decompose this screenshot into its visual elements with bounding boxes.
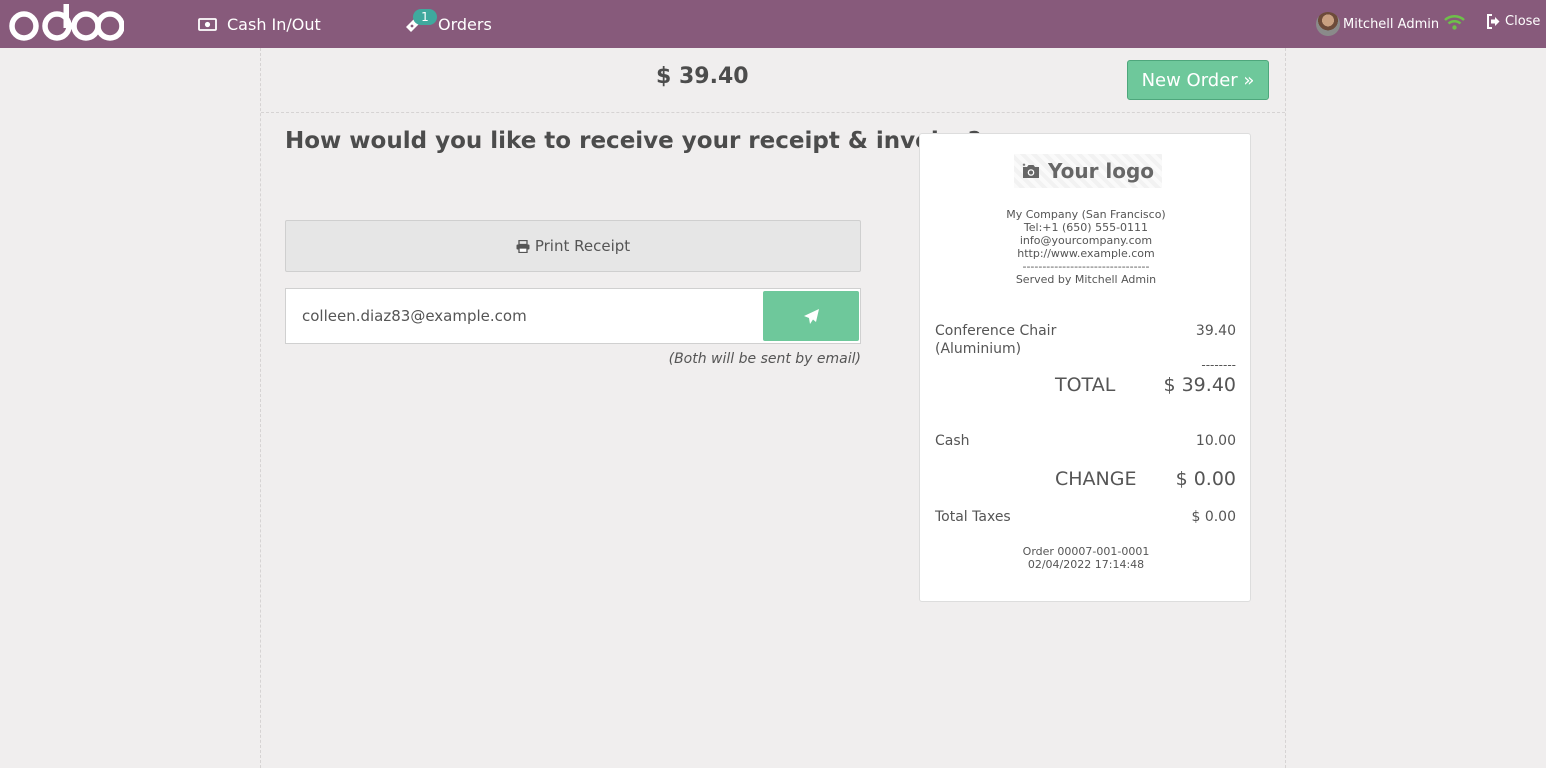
total-value: $ 39.40 (1163, 374, 1236, 396)
email-input[interactable] (286, 289, 756, 343)
company-info: My Company (San Francisco) Tel:+1 (650) … (920, 208, 1252, 286)
receipt-line-item: Conference Chair (Aluminium) 39.40 (935, 322, 1236, 360)
header-separator: -------------------------------- (1022, 260, 1150, 273)
change-label: CHANGE (1055, 468, 1137, 490)
orders-label: Orders (438, 14, 492, 34)
total-separator-row: -------- (935, 358, 1236, 372)
print-receipt-label: Print Receipt (534, 237, 631, 255)
total-row: TOTAL $ 39.40 (935, 374, 1236, 400)
email-form (285, 288, 861, 344)
order-reference: Order 00007-001-0001 (1022, 545, 1150, 558)
company-website: http://www.example.com (1017, 247, 1155, 260)
paper-plane-icon (803, 308, 819, 324)
printer-icon (516, 239, 530, 253)
top-bar: odoo Cash In/Out Orders 1 Mitchell Admin (0, 0, 1546, 48)
sign-out-icon (1487, 14, 1500, 29)
order-total: $ 39.40 (656, 64, 749, 89)
taxes-label: Total Taxes (935, 509, 1011, 525)
receipt-question-heading: How would you like to receive your recei… (285, 128, 982, 154)
change-row: CHANGE $ 0.00 (935, 468, 1236, 494)
payment-amount: 10.00 (1195, 433, 1236, 449)
logo-label: Your logo (1047, 159, 1155, 183)
payment-row: Cash 10.00 (935, 433, 1236, 453)
line-product-name: Conference Chair (935, 323, 1057, 339)
company-phone: Tel:+1 (650) 555-0111 (1023, 221, 1149, 234)
close-label: Close (1505, 14, 1541, 29)
camera-icon (1022, 163, 1039, 178)
orders-count-badge: 1 (413, 9, 437, 25)
user-name: Mitchell Admin (1343, 16, 1440, 32)
cash-in-out-button[interactable]: Cash In/Out (198, 0, 321, 48)
receipt-top-bar: $ 39.40 New Order » (261, 48, 1285, 113)
company-logo-placeholder: Your logo (1014, 154, 1162, 188)
money-icon (198, 17, 217, 31)
new-order-button[interactable]: New Order » (1127, 60, 1269, 100)
cash-in-out-label: Cash In/Out (227, 14, 321, 34)
served-by: Served by Mitchell Admin (1015, 273, 1157, 286)
line-price: 39.40 (1195, 323, 1236, 339)
receipt-screen: $ 39.40 New Order » How would you like t… (260, 48, 1286, 768)
payment-method-label: Cash (935, 433, 970, 449)
email-note: (Both will be sent by email) (668, 351, 861, 367)
total-separator: -------- (1201, 358, 1236, 372)
total-label: TOTAL (1055, 374, 1116, 396)
odoo-logo: odoo (9, 4, 124, 41)
company-email: info@yourcompany.com (1019, 234, 1153, 247)
company-name: My Company (San Francisco) (1006, 208, 1166, 221)
order-date: 02/04/2022 17:14:48 (1027, 558, 1145, 571)
close-button[interactable]: Close (1486, 14, 1540, 29)
user-menu[interactable]: Mitchell Admin (1316, 12, 1439, 36)
line-product-variant: (Aluminium) (935, 341, 1022, 357)
taxes-row: Total Taxes $ 0.00 (935, 509, 1236, 529)
change-value: $ 0.00 (1175, 468, 1236, 490)
send-email-button[interactable] (763, 291, 859, 341)
receipt-preview: Your logo My Company (San Francisco) Tel… (919, 133, 1251, 602)
receipt-footer: Order 00007-001-0001 02/04/2022 17:14:48 (920, 545, 1252, 571)
avatar (1316, 12, 1340, 36)
print-receipt-button[interactable]: Print Receipt (285, 220, 861, 272)
taxes-value: $ 0.00 (1191, 509, 1236, 525)
wifi-icon (1444, 15, 1465, 30)
